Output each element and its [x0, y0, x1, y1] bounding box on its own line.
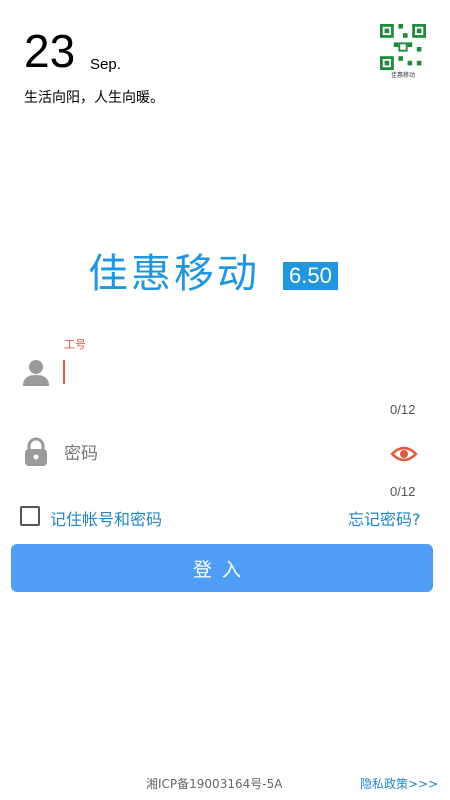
lock-icon [24, 437, 48, 467]
password-input[interactable] [64, 440, 364, 468]
employee-id-input[interactable] [63, 360, 65, 384]
qr-code-icon[interactable] [378, 24, 428, 70]
password-counter: 0/12 [390, 484, 416, 499]
privacy-policy-link[interactable]: 隐私政策>>> [360, 775, 438, 792]
remember-label[interactable]: 记住帐号和密码 [50, 506, 162, 530]
app-title: 佳惠移动 [88, 251, 260, 297]
remember-checkbox[interactable] [20, 506, 40, 526]
version-badge: 6.50 [283, 262, 338, 290]
date-month: Sep. [90, 56, 121, 73]
eye-icon[interactable] [390, 444, 418, 464]
motto-text: 生活向阳，人生向暖。 [24, 90, 164, 106]
qr-caption: 佳惠移动 [390, 72, 415, 79]
employee-id-label: 工号 [64, 338, 86, 351]
login-button[interactable]: 登入 [11, 544, 433, 592]
icp-record-text: 湘ICP备19003164号-5A [146, 777, 283, 791]
date-day: 23 [24, 25, 76, 77]
forgot-password-link[interactable]: 忘记密码? [348, 506, 421, 530]
user-icon [22, 358, 50, 388]
employee-id-counter: 0/12 [390, 402, 416, 417]
